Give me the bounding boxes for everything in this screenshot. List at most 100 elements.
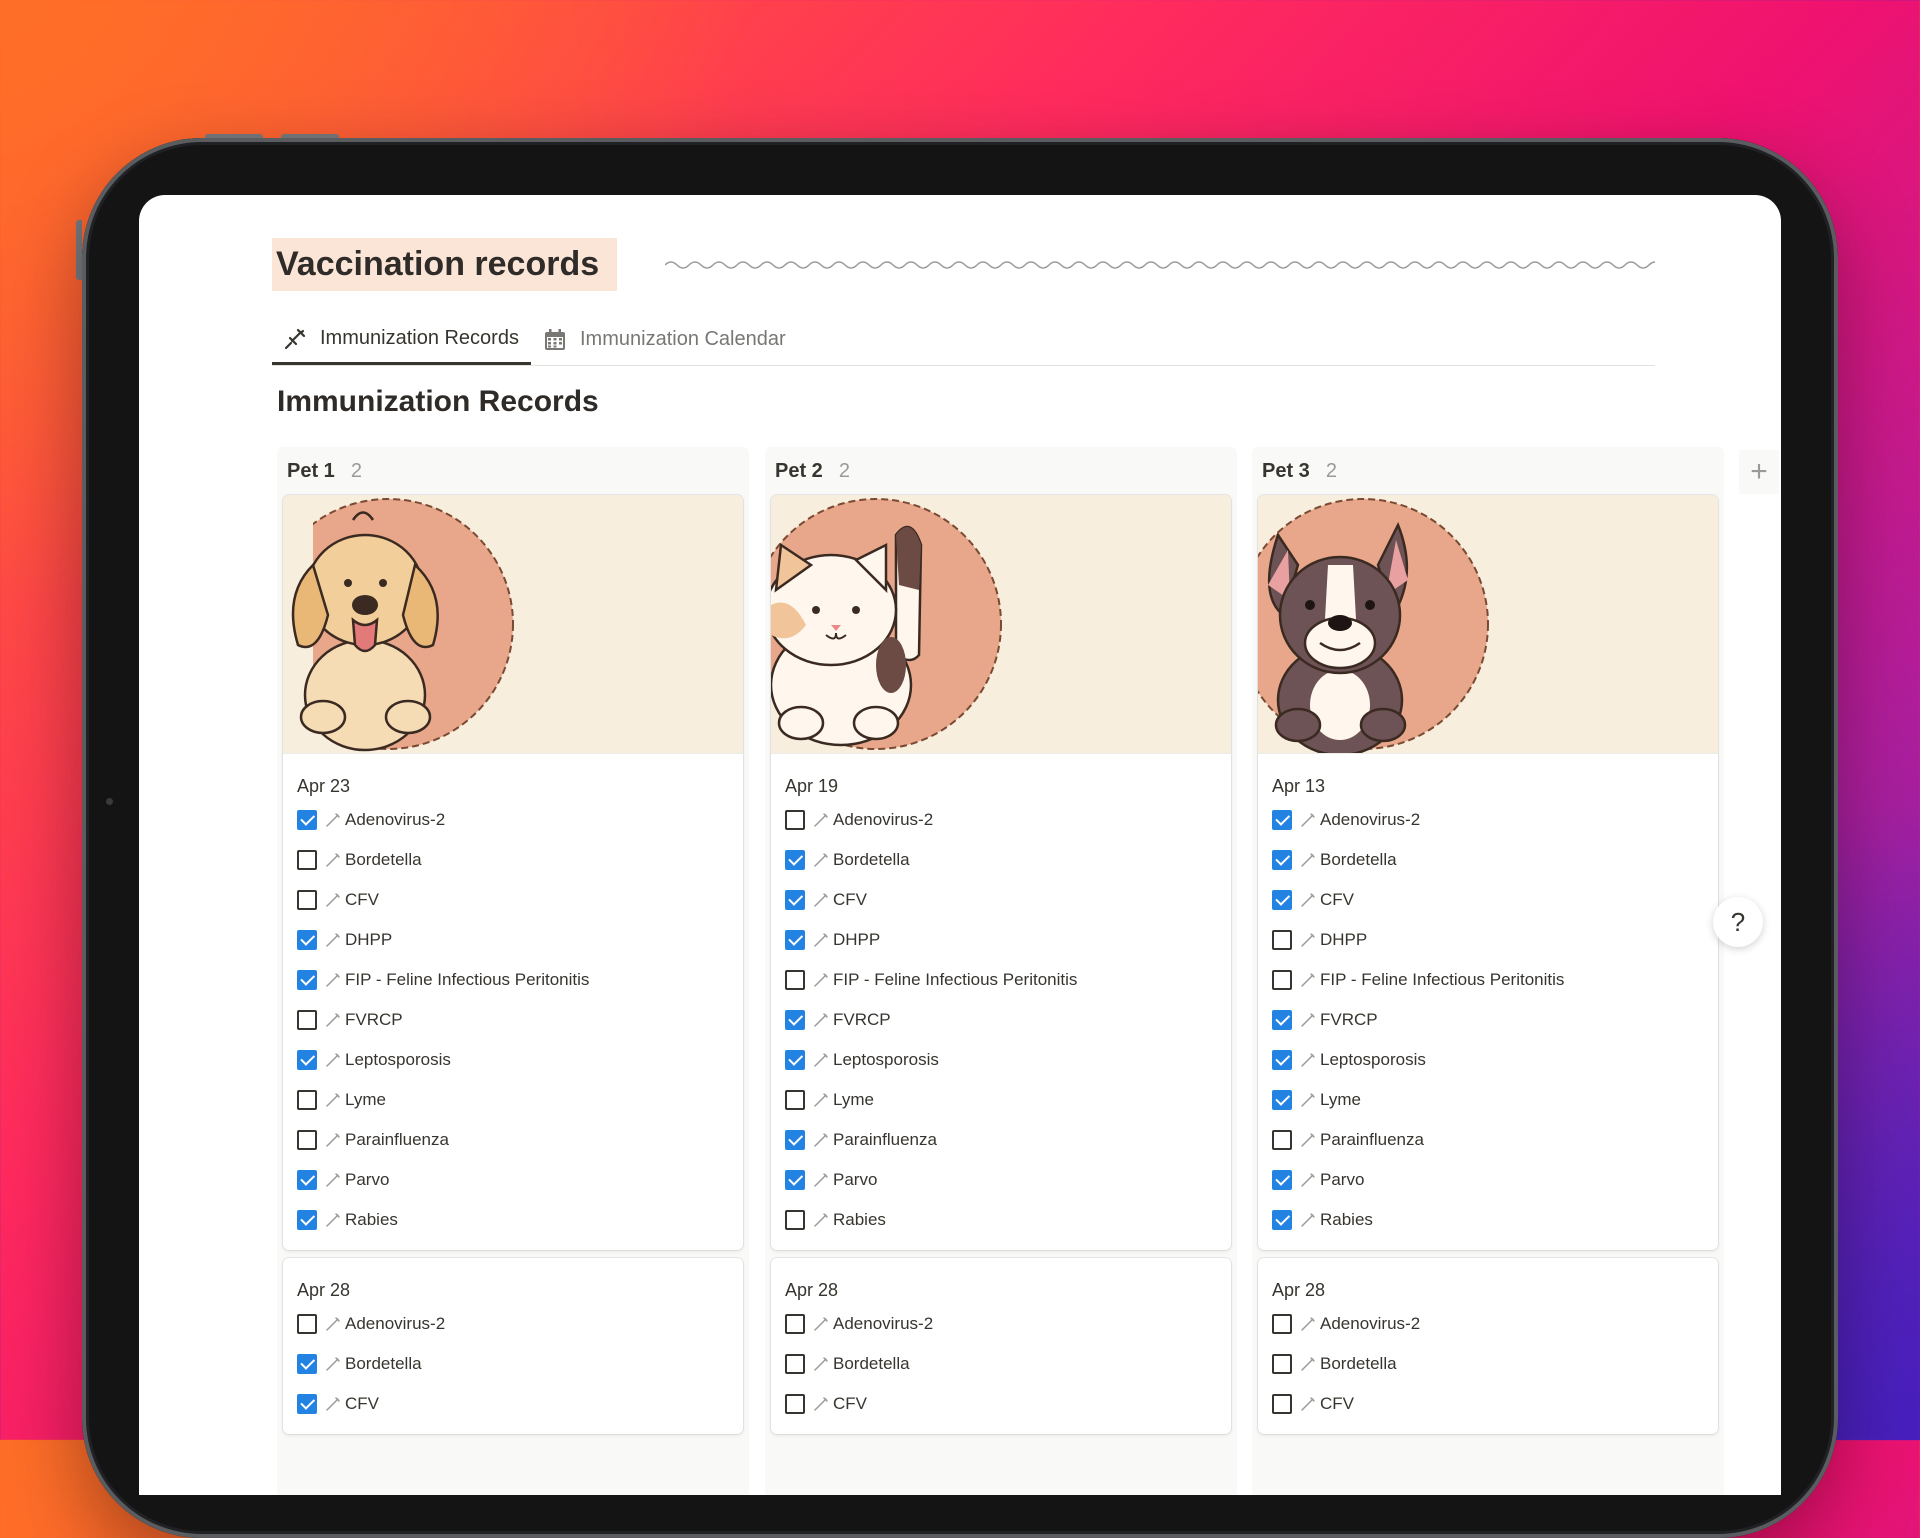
vaccine-item: DHPP bbox=[297, 920, 729, 960]
record-card[interactable]: Apr 23 Adenovirus-2 Bordetella CFV DHPP … bbox=[283, 495, 743, 1250]
card-body: Apr 28 Adenovirus-2 Bordetella CFV bbox=[1258, 1258, 1718, 1434]
record-card[interactable]: Apr 19 Adenovirus-2 Bordetella CFV DHPP … bbox=[771, 495, 1231, 1250]
vaccine-item: Parvo bbox=[297, 1160, 729, 1200]
syringe-icon bbox=[814, 1013, 828, 1027]
syringe-icon bbox=[326, 933, 340, 947]
vaccine-item: FVRCP bbox=[1272, 1000, 1704, 1040]
vaccine-checkbox[interactable] bbox=[785, 810, 805, 830]
vaccine-item: Lyme bbox=[1272, 1080, 1704, 1120]
vaccine-checkbox[interactable] bbox=[785, 1010, 805, 1030]
vaccine-checkbox[interactable] bbox=[297, 1170, 317, 1190]
vaccine-checkbox[interactable] bbox=[297, 1314, 317, 1334]
vaccine-checkbox[interactable] bbox=[297, 850, 317, 870]
vaccine-checkbox[interactable] bbox=[785, 1354, 805, 1374]
vaccine-checkbox[interactable] bbox=[297, 1354, 317, 1374]
wave-divider bbox=[665, 261, 1655, 269]
vaccine-checkbox[interactable] bbox=[1272, 930, 1292, 950]
vaccine-checkbox[interactable] bbox=[785, 1394, 805, 1414]
tab-label: Immunization Records bbox=[320, 327, 519, 349]
vaccine-item: FIP - Feline Infectious Peritonitis bbox=[1272, 960, 1704, 1000]
vaccine-checkbox[interactable] bbox=[1272, 1010, 1292, 1030]
vaccine-label: Lyme bbox=[345, 1090, 386, 1109]
vaccine-checkbox[interactable] bbox=[297, 1010, 317, 1030]
vaccine-checkbox[interactable] bbox=[297, 970, 317, 990]
vaccine-checkbox[interactable] bbox=[785, 1314, 805, 1334]
syringe-icon bbox=[326, 813, 340, 827]
vaccine-checkbox[interactable] bbox=[785, 890, 805, 910]
vaccine-checkbox[interactable] bbox=[297, 930, 317, 950]
vaccine-checkbox[interactable] bbox=[297, 1130, 317, 1150]
vaccine-label: FIP - Feline Infectious Peritonitis bbox=[833, 970, 1078, 989]
vaccine-checkbox[interactable] bbox=[1272, 1314, 1292, 1334]
record-date: Apr 13 bbox=[1272, 776, 1326, 796]
syringe-icon bbox=[814, 893, 828, 907]
vaccine-label: Bordetella bbox=[833, 1354, 910, 1373]
vaccine-checkbox[interactable] bbox=[1272, 1354, 1292, 1374]
vaccine-item: Parainfluenza bbox=[1272, 1120, 1704, 1160]
vaccine-label: Rabies bbox=[833, 1210, 886, 1229]
vaccine-label: Bordetella bbox=[833, 850, 910, 869]
syringe-icon bbox=[326, 1317, 340, 1331]
cat-illustration bbox=[771, 498, 1002, 750]
vaccine-checkbox[interactable] bbox=[785, 1050, 805, 1070]
vaccine-label: Parainfluenza bbox=[1320, 1130, 1424, 1149]
syringe-icon bbox=[1301, 1133, 1315, 1147]
vaccine-checkbox[interactable] bbox=[1272, 1050, 1292, 1070]
vaccine-checkbox[interactable] bbox=[785, 850, 805, 870]
vaccine-checkbox[interactable] bbox=[785, 1130, 805, 1150]
help-button[interactable]: ? bbox=[1713, 897, 1763, 947]
vaccine-item: Rabies bbox=[1272, 1200, 1704, 1240]
vaccine-checkbox[interactable] bbox=[1272, 970, 1292, 990]
vaccine-label: CFV bbox=[833, 1394, 867, 1413]
syringe-icon bbox=[326, 1397, 340, 1411]
vaccine-item: CFV bbox=[297, 880, 729, 920]
column-header[interactable]: Pet 1 2 bbox=[277, 447, 749, 495]
syringe-icon bbox=[326, 853, 340, 867]
vaccine-checkbox[interactable] bbox=[785, 930, 805, 950]
tab-immunization-records[interactable]: Immunization Records bbox=[272, 315, 531, 365]
vaccine-checkbox[interactable] bbox=[1272, 850, 1292, 870]
vaccine-checkbox[interactable] bbox=[1272, 810, 1292, 830]
vaccine-checkbox[interactable] bbox=[297, 1394, 317, 1414]
card-body: Apr 28 Adenovirus-2 Bordetella CFV bbox=[283, 1258, 743, 1434]
card-body: Apr 23 Adenovirus-2 Bordetella CFV DHPP … bbox=[283, 754, 743, 1250]
vaccine-checkbox[interactable] bbox=[1272, 1090, 1292, 1110]
vaccine-checkbox[interactable] bbox=[1272, 890, 1292, 910]
vaccine-checkbox[interactable] bbox=[1272, 1130, 1292, 1150]
vaccine-checkbox[interactable] bbox=[785, 1170, 805, 1190]
tab-immunization-calendar[interactable]: Immunization Calendar bbox=[542, 315, 786, 364]
column-header[interactable]: Pet 2 2 bbox=[765, 447, 1237, 495]
add-column-button[interactable]: + bbox=[1739, 450, 1779, 494]
section-title: Immunization Records bbox=[277, 385, 599, 418]
syringe-icon bbox=[814, 1173, 828, 1187]
vaccine-label: Parvo bbox=[345, 1170, 390, 1189]
vaccine-checkbox[interactable] bbox=[297, 810, 317, 830]
vaccine-checkbox[interactable] bbox=[1272, 1394, 1292, 1414]
column-header[interactable]: Pet 3 2 bbox=[1252, 447, 1724, 495]
syringe-icon bbox=[814, 1397, 828, 1411]
vaccine-checkbox[interactable] bbox=[297, 1050, 317, 1070]
vaccine-label: Leptosporosis bbox=[833, 1050, 939, 1069]
vaccine-label: Parvo bbox=[833, 1170, 878, 1189]
record-card[interactable]: Apr 28 Adenovirus-2 Bordetella CFV bbox=[1258, 1258, 1718, 1434]
vaccine-checkbox[interactable] bbox=[785, 970, 805, 990]
syringe-icon bbox=[1301, 1173, 1315, 1187]
vaccine-checkbox[interactable] bbox=[1272, 1170, 1292, 1190]
vaccine-label: DHPP bbox=[345, 930, 393, 949]
record-card[interactable]: Apr 28 Adenovirus-2 Bordetella CFV bbox=[283, 1258, 743, 1434]
vaccine-item: Lyme bbox=[785, 1080, 1217, 1120]
dog-illustration bbox=[283, 495, 514, 753]
vaccine-checkbox[interactable] bbox=[1272, 1210, 1292, 1230]
view-tabs: Immunization Records Immunization Calend… bbox=[272, 315, 1655, 366]
vaccine-checkbox[interactable] bbox=[297, 1090, 317, 1110]
syringe-icon bbox=[814, 973, 828, 987]
tablet-frame: Vaccination records Immunization Records… bbox=[82, 138, 1838, 1538]
record-card[interactable]: Apr 28 Adenovirus-2 Bordetella CFV bbox=[771, 1258, 1231, 1434]
vaccine-item: Leptosporosis bbox=[297, 1040, 729, 1080]
record-card[interactable]: Apr 13 Adenovirus-2 Bordetella CFV DHPP … bbox=[1258, 495, 1718, 1250]
vaccine-checkbox[interactable] bbox=[785, 1090, 805, 1110]
vaccine-label: Rabies bbox=[345, 1210, 398, 1229]
vaccine-checkbox[interactable] bbox=[297, 890, 317, 910]
vaccine-checkbox[interactable] bbox=[297, 1210, 317, 1230]
vaccine-checkbox[interactable] bbox=[785, 1210, 805, 1230]
